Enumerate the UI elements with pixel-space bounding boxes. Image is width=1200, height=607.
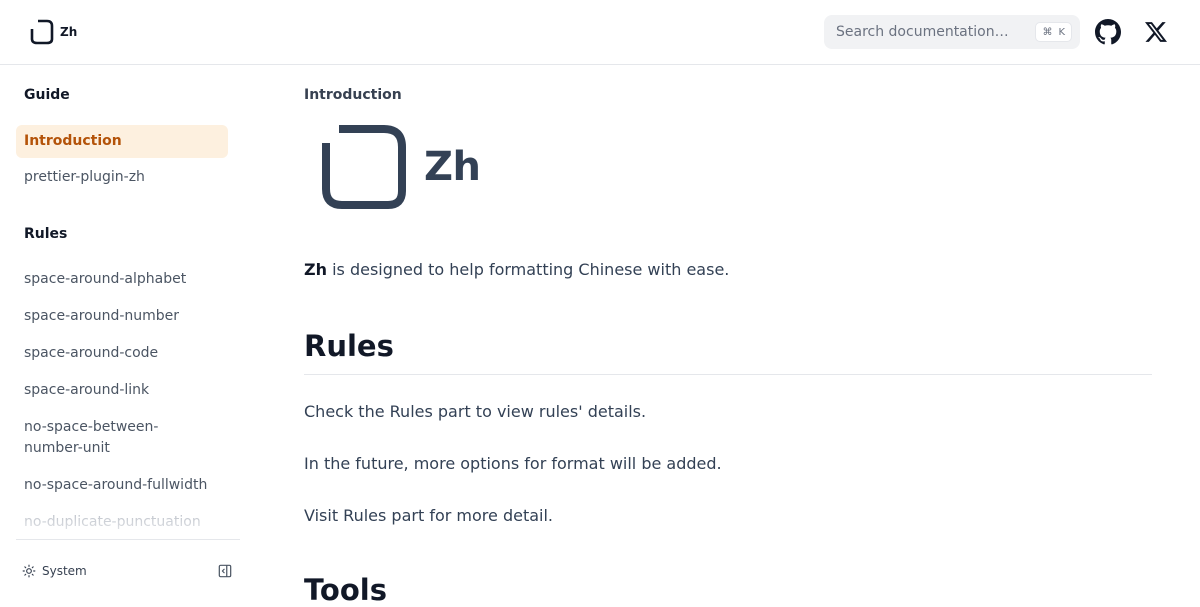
search-input[interactable] <box>836 24 1036 40</box>
theme-label: System <box>42 564 87 578</box>
sidebar-footer: System <box>16 539 240 600</box>
heading-divider <box>304 374 1152 375</box>
sidebar-item-space-around-link[interactable]: space-around-link <box>16 380 228 401</box>
sidebar-item-no-space-between-number-unit[interactable]: no-space-between-number-unit <box>16 417 216 459</box>
zh-hero-logo-icon <box>322 125 406 209</box>
breadcrumb: Introduction <box>304 87 402 103</box>
sidebar-item-no-space-around-fullwidth[interactable]: no-space-around-fullwidth <box>16 475 228 496</box>
intro-paragraph: Zh is designed to help formatting Chines… <box>304 260 729 279</box>
paragraph-rules-details: Check the Rules part to view rules' deta… <box>304 402 647 421</box>
sidebar-section-rules: Rules <box>24 226 68 242</box>
search-shortcut-badge: ⌘ K <box>1035 22 1072 42</box>
paragraph-future-options: In the future, more options for format w… <box>304 454 722 473</box>
heading-rules: Rules <box>304 329 394 363</box>
x-link[interactable] <box>1142 18 1170 46</box>
brand-name: Zh <box>60 25 78 39</box>
x-icon <box>1145 22 1167 42</box>
sidebar-item-space-around-alphabet[interactable]: space-around-alphabet <box>16 269 228 290</box>
sidebar-item-space-around-code[interactable]: space-around-code <box>16 343 228 364</box>
sidebar-item-no-duplicate-punctuation[interactable]: no-duplicate-punctuation <box>16 512 228 533</box>
sidebar-item-prettier-plugin-zh[interactable]: prettier-plugin-zh <box>16 167 228 188</box>
zh-logo-icon <box>30 19 54 45</box>
intro-bold: Zh <box>304 260 327 279</box>
main-content: Introduction Zh Zh is designed to help f… <box>304 65 1152 607</box>
sun-icon <box>22 564 36 578</box>
sidebar-item-space-around-number[interactable]: space-around-number <box>16 306 228 327</box>
theme-switch-button[interactable]: System <box>22 560 87 582</box>
search-box[interactable]: ⌘ K <box>824 15 1080 49</box>
paragraph-visit-rules: Visit Rules part for more detail. <box>304 506 553 525</box>
hero-brand-text: Zh <box>424 144 481 190</box>
heading-tools: Tools <box>304 573 387 607</box>
top-navbar: Zh ⌘ K <box>0 0 1200 65</box>
github-icon <box>1095 19 1121 45</box>
intro-text: is designed to help formatting Chinese w… <box>327 260 730 279</box>
shortcut-key: K <box>1058 26 1065 38</box>
brand-logo-link[interactable]: Zh <box>30 19 77 45</box>
sidebar-toggle-icon <box>218 564 232 578</box>
sidebar: Guide Introduction prettier-plugin-zh Ru… <box>0 65 240 600</box>
github-link[interactable] <box>1094 18 1122 46</box>
sidebar-collapse-button[interactable] <box>218 563 234 579</box>
sidebar-item-introduction[interactable]: Introduction <box>16 125 228 158</box>
sidebar-section-guide: Guide <box>24 87 70 103</box>
command-key-icon: ⌘ <box>1042 26 1053 38</box>
